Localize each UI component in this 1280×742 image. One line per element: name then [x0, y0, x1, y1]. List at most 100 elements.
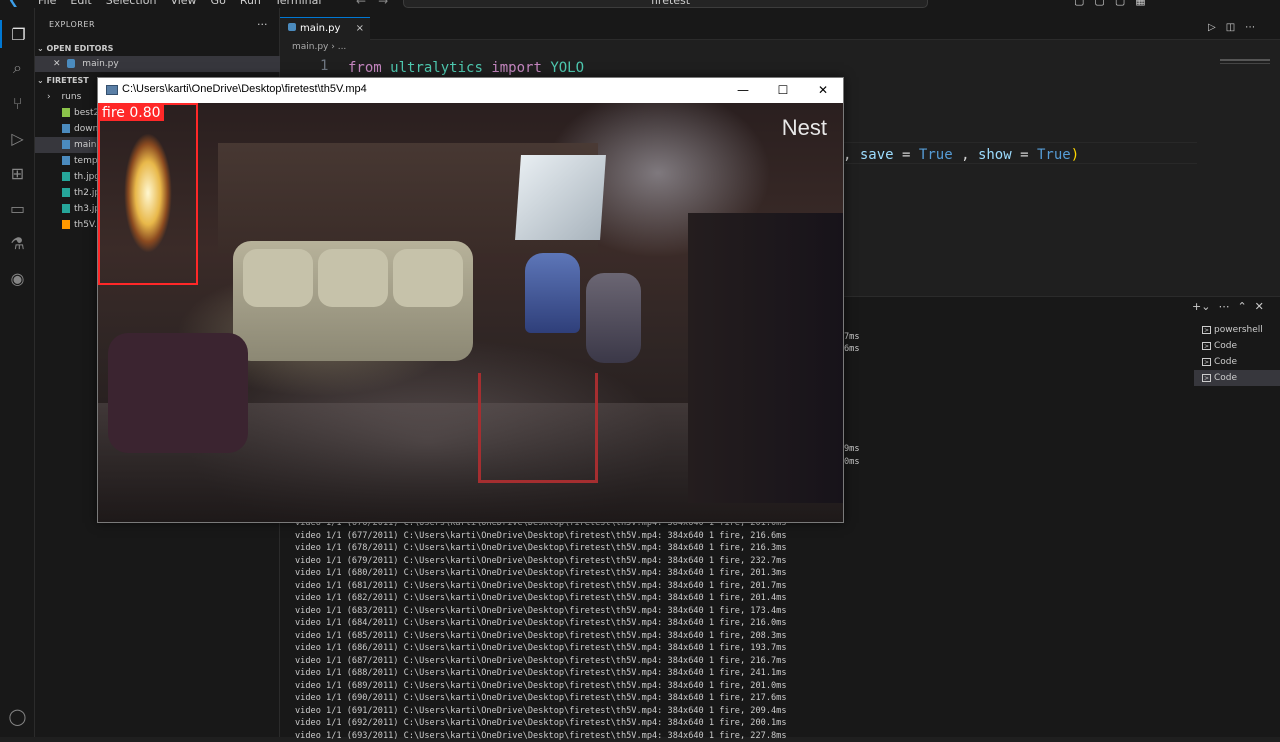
toggle-panel-icon[interactable]: ▢	[1094, 0, 1104, 7]
terminal-fragment: 7ms	[844, 331, 860, 344]
tree-item-label: temp	[74, 156, 98, 166]
tab-main-py[interactable]: main.py ×	[280, 17, 370, 40]
more-actions-icon[interactable]: ···	[257, 18, 268, 31]
line-number: 1	[320, 58, 328, 74]
terminal-line: video 1/1 (680/2011) C:\Users\karti\OneD…	[295, 567, 787, 580]
run-python-icon[interactable]: ▷	[1208, 22, 1216, 33]
video-icon	[62, 220, 70, 229]
more-actions-icon[interactable]: ⋯	[1245, 22, 1255, 33]
param-save: save	[860, 147, 894, 163]
menu-terminal[interactable]: Terminal	[275, 0, 322, 8]
folder-section[interactable]: ⌄ FIRETEST	[37, 74, 89, 88]
chevron-right-icon: ›	[47, 92, 51, 102]
image-icon	[62, 204, 70, 213]
terminal-line: video 1/1 (682/2011) C:\Users\karti\OneD…	[295, 592, 787, 605]
scene-walker	[478, 373, 598, 483]
close-icon[interactable]: ✕	[53, 59, 61, 69]
terminal-item-code-active[interactable]: >Code	[1194, 370, 1280, 386]
tree-item-label: runs	[61, 92, 81, 102]
search-label: firetest	[651, 0, 690, 7]
menu-edit[interactable]: Edit	[70, 0, 91, 8]
value-true: True	[919, 147, 953, 163]
video-window-titlebar[interactable]: C:\Users\karti\OneDrive\Desktop\firetest…	[98, 78, 843, 103]
folder-label: FIRETEST	[47, 76, 89, 85]
close-panel-icon[interactable]: ✕	[1255, 300, 1264, 313]
image-icon	[62, 172, 70, 181]
editor-tabs: main.py ×	[280, 8, 1280, 40]
terminal-line: video 1/1 (677/2011) C:\Users\karti\OneD…	[295, 530, 787, 543]
more-actions-icon[interactable]: ⋯	[1218, 300, 1229, 313]
code-line-1[interactable]: from ultralytics import YOLO	[348, 58, 584, 78]
open-editors-section[interactable]: ⌄ OPEN EDITORS	[37, 42, 113, 56]
detection-label: fire 0.80	[100, 105, 164, 121]
terminal-fragment: 9ms	[844, 443, 860, 456]
minimize-button[interactable]: —	[723, 78, 763, 103]
terminal-icon: >	[1202, 358, 1211, 366]
video-frame: fire 0.80 Nest	[98, 103, 843, 522]
punct: =	[902, 147, 910, 163]
terminal-line: video 1/1 (687/2011) C:\Users\karti\OneD…	[295, 655, 787, 668]
toggle-sidebar-icon[interactable]: ▢	[1074, 0, 1084, 7]
terminal-line: video 1/1 (679/2011) C:\Users\karti\OneD…	[295, 555, 787, 568]
open-editors-label: OPEN EDITORS	[47, 44, 114, 53]
menu-run[interactable]: Run	[240, 0, 261, 8]
remote-explorer-icon[interactable]: ▭	[0, 194, 35, 222]
terminal-icon: >	[1202, 326, 1211, 334]
menu-view[interactable]: View	[170, 0, 196, 8]
python-icon	[67, 59, 75, 68]
tab-close-icon[interactable]: ×	[356, 18, 364, 40]
terminal-actions: +⌄ ⋯ ⌃ ✕	[1192, 300, 1264, 313]
terminal-icon: >	[1202, 374, 1211, 382]
python-icon	[62, 140, 70, 149]
menu-file[interactable]: File	[38, 0, 56, 8]
chevron-up-icon[interactable]: ⌃	[1237, 300, 1246, 313]
minimap[interactable]	[1220, 58, 1270, 68]
menu-selection[interactable]: Selection	[106, 0, 157, 8]
keyword-from: from	[348, 60, 382, 76]
new-terminal-icon[interactable]: +⌄	[1192, 300, 1210, 313]
tree-item-label: best2	[74, 108, 99, 118]
python-icon	[62, 124, 70, 133]
open-editor-file-label: main.py	[82, 59, 118, 69]
back-arrow-icon[interactable]: ←	[356, 0, 366, 8]
split-editor-icon[interactable]: ◫	[1226, 22, 1235, 33]
source-control-icon[interactable]: ⑂	[0, 89, 35, 117]
video-window-title: C:\Users\karti\OneDrive\Desktop\firetest…	[122, 83, 367, 95]
title-bar: ❮ File Edit Selection View Go Run Termin…	[0, 0, 1280, 8]
terminal-fragment: 0ms	[844, 456, 860, 469]
history-nav: ← →	[356, 0, 388, 8]
maximize-button[interactable]: ☐	[763, 78, 803, 103]
terminal-line: video 1/1 (690/2011) C:\Users\karti\OneD…	[295, 692, 787, 705]
layout-controls: ▢ ▢ ▢ ▦	[1074, 0, 1146, 7]
keyword-import: import	[491, 60, 542, 76]
scene-cabinet	[688, 213, 843, 503]
command-center-search[interactable]: firetest	[403, 0, 928, 8]
explorer-icon[interactable]: ❐	[0, 20, 35, 48]
customize-layout-icon[interactable]: ▦	[1135, 0, 1145, 7]
video-window[interactable]: C:\Users\karti\OneDrive\Desktop\firetest…	[97, 77, 844, 523]
terminal-label: Code	[1214, 341, 1237, 351]
scene-sofa	[233, 241, 473, 361]
close-button[interactable]: ✕	[803, 78, 843, 103]
vscode-logo-icon: ❮	[8, 0, 22, 8]
account-icon[interactable]: ◯	[0, 698, 35, 734]
tree-item-label: down	[74, 124, 98, 134]
terminal-label: Code	[1214, 357, 1237, 367]
punct: =	[1020, 147, 1028, 163]
terminal-item-powershell[interactable]: >powershell	[1194, 322, 1280, 338]
forward-arrow-icon[interactable]: →	[378, 0, 388, 8]
scene-armchair	[108, 333, 248, 453]
extensions-icon[interactable]: ⊞	[0, 159, 35, 187]
open-editor-item[interactable]: ✕ main.py	[35, 56, 297, 72]
terminal-item-code[interactable]: >Code	[1194, 338, 1280, 354]
testing-icon[interactable]: ⚗	[0, 229, 35, 257]
run-debug-icon[interactable]: ▷	[0, 124, 35, 152]
code-line-3-tail[interactable]: , save = True , show = True)	[843, 145, 1079, 165]
terminal-item-code[interactable]: >Code	[1194, 354, 1280, 370]
search-icon[interactable]: ⌕	[0, 54, 35, 82]
toggle-secondary-sidebar-icon[interactable]: ▢	[1115, 0, 1125, 7]
github-icon[interactable]: ◉	[0, 264, 35, 292]
file-icon	[62, 108, 70, 117]
menu-go[interactable]: Go	[211, 0, 226, 8]
breadcrumb[interactable]: main.py › ...	[292, 42, 346, 52]
